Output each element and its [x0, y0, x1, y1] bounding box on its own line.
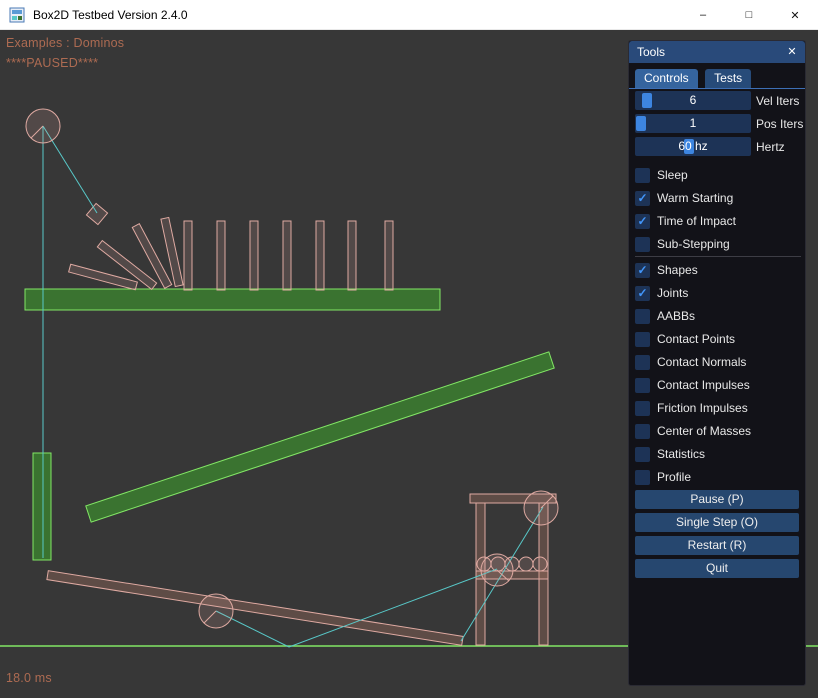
slider-value: 6 — [635, 91, 751, 110]
checkbox-statistics[interactable]: Statistics — [635, 446, 705, 462]
checkbox-label: Center of Masses — [657, 424, 751, 438]
app-icon — [9, 7, 25, 23]
checkbox-label: Sub-Stepping — [657, 237, 730, 251]
hertz-slider[interactable]: 60 hz — [635, 137, 751, 156]
tabbar: Controls Tests — [629, 69, 805, 89]
slider-label: Pos Iters — [756, 117, 803, 131]
slider-vel-iters: 6 Vel Iters — [635, 91, 799, 110]
vertical-post — [33, 453, 51, 560]
maximize-button[interactable]: □ — [726, 0, 772, 30]
close-icon: ✕ — [790, 9, 799, 22]
checkbox-sleep[interactable]: Sleep — [635, 167, 688, 183]
slider-value: 1 — [635, 114, 751, 133]
minimize-button[interactable]: – — [680, 0, 726, 30]
tools-panel: Tools ✕ Controls Tests 6 Vel Iters 1 Pos… — [628, 40, 806, 686]
frame-time-label: 18.0 ms — [6, 671, 52, 685]
checkbox-label: Statistics — [657, 447, 705, 461]
checkbox-checked-icon — [635, 286, 650, 301]
checkbox-label: AABBs — [657, 309, 695, 323]
vel-iters-slider[interactable]: 6 — [635, 91, 751, 110]
pendulum-bob — [86, 203, 107, 224]
slider-pos-iters: 1 Pos Iters — [635, 114, 803, 133]
window-titlebar: Box2D Testbed Version 2.4.0 – □ ✕ — [0, 0, 818, 30]
checkbox-icon — [635, 309, 650, 324]
checkbox-label: Warm Starting — [657, 191, 733, 205]
checkbox-joints[interactable]: Joints — [635, 285, 688, 301]
checkbox-sub-stepping[interactable]: Sub-Stepping — [635, 236, 730, 252]
checkbox-checked-icon — [635, 263, 650, 278]
paused-label: ****PAUSED**** — [6, 56, 98, 70]
tools-panel-titlebar[interactable]: Tools ✕ — [629, 41, 805, 63]
single-step-button[interactable]: Single Step (O) — [635, 513, 799, 532]
checkbox-checked-icon — [635, 214, 650, 229]
tab-controls[interactable]: Controls — [635, 69, 698, 88]
tools-panel-title: Tools — [637, 45, 665, 59]
domino-shelf — [25, 289, 440, 310]
restart-button[interactable]: Restart (R) — [635, 536, 799, 555]
checkbox-label: Contact Normals — [657, 355, 746, 369]
checkbox-label: Contact Impulses — [657, 378, 750, 392]
checkbox-icon — [635, 237, 650, 252]
checkbox-shapes[interactable]: Shapes — [635, 262, 698, 278]
maximize-icon: □ — [746, 9, 753, 21]
checkbox-center-of-masses[interactable]: Center of Masses — [635, 423, 751, 439]
separator — [635, 256, 801, 257]
checkbox-aabbs[interactable]: AABBs — [635, 308, 695, 324]
checkbox-label: Sleep — [657, 168, 688, 182]
panel-close-icon[interactable]: ✕ — [784, 44, 800, 60]
checkbox-icon — [635, 447, 650, 462]
checkbox-checked-icon — [635, 191, 650, 206]
slider-hertz: 60 hz Hertz — [635, 137, 785, 156]
checkbox-icon — [635, 168, 650, 183]
checkbox-icon — [635, 332, 650, 347]
seesaw-plank — [47, 571, 463, 646]
checkbox-icon — [635, 424, 650, 439]
checkbox-contact-impulses[interactable]: Contact Impulses — [635, 377, 750, 393]
slider-label: Hertz — [756, 140, 785, 154]
checkbox-time-of-impact[interactable]: Time of Impact — [635, 213, 736, 229]
pause-button[interactable]: Pause (P) — [635, 490, 799, 509]
example-label: Examples : Dominos — [6, 36, 124, 50]
checkbox-label: Contact Points — [657, 332, 735, 346]
checkbox-profile[interactable]: Profile — [635, 469, 691, 485]
checkbox-icon — [635, 378, 650, 393]
tab-tests[interactable]: Tests — [705, 69, 751, 88]
checkbox-icon — [635, 401, 650, 416]
close-button[interactable]: ✕ — [772, 0, 818, 30]
quit-button[interactable]: Quit — [635, 559, 799, 578]
checkbox-warm-starting[interactable]: Warm Starting — [635, 190, 733, 206]
slider-value: 60 hz — [635, 137, 751, 156]
checkbox-label: Friction Impulses — [657, 401, 748, 415]
checkbox-label: Time of Impact — [657, 214, 736, 228]
dominos — [69, 217, 393, 290]
checkbox-friction-impulses[interactable]: Friction Impulses — [635, 400, 748, 416]
slider-label: Vel Iters — [756, 94, 799, 108]
checkbox-label: Profile — [657, 470, 691, 484]
checkbox-label: Shapes — [657, 263, 698, 277]
checkbox-icon — [635, 470, 650, 485]
pos-iters-slider[interactable]: 1 — [635, 114, 751, 133]
checkbox-label: Joints — [657, 286, 688, 300]
window-title: Box2D Testbed Version 2.4.0 — [33, 8, 188, 22]
checkbox-icon — [635, 355, 650, 370]
checkbox-contact-points[interactable]: Contact Points — [635, 331, 735, 347]
minimize-icon: – — [700, 9, 706, 21]
checkbox-contact-normals[interactable]: Contact Normals — [635, 354, 746, 370]
